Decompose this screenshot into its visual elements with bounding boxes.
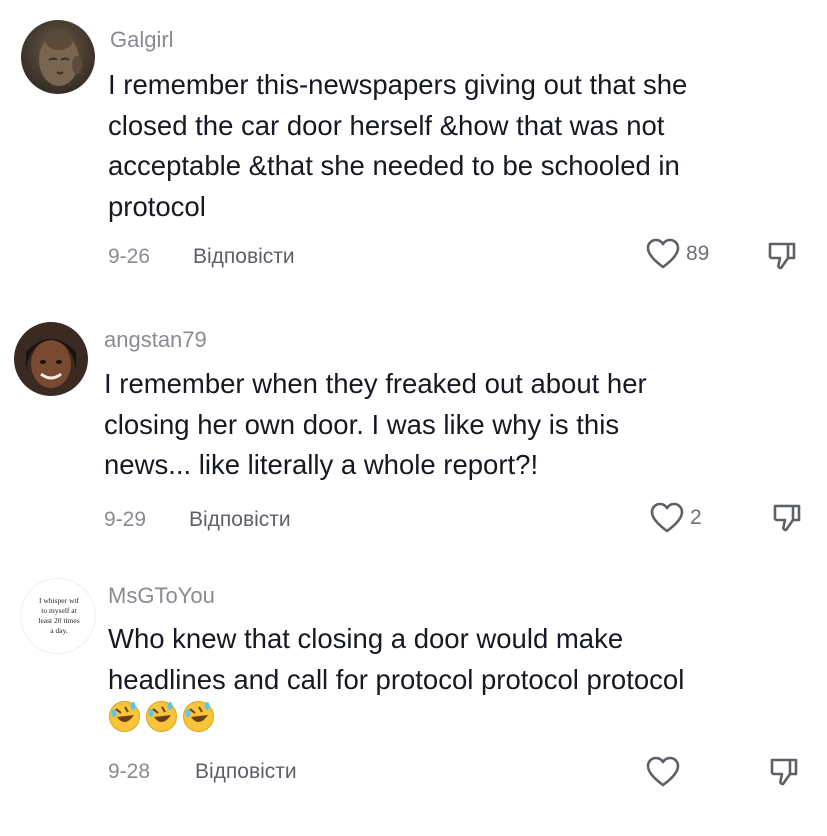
like-button[interactable]: 89 <box>646 238 709 270</box>
person-photo-avatar-icon <box>14 322 88 396</box>
avatar[interactable]: I whisper wtf to myself at least 20 time… <box>20 578 96 654</box>
comment-date: 9-26 <box>108 245 151 268</box>
comment-text: I remember when they freaked out about h… <box>104 368 647 480</box>
svg-text:least 20 times: least 20 times <box>38 616 79 625</box>
svg-text:I whisper wtf: I whisper wtf <box>39 596 79 605</box>
comment-item: I whisper wtf to myself at least 20 time… <box>0 560 827 836</box>
comment-text: I remember this-newspapers giving out th… <box>108 69 688 222</box>
emoji-row <box>108 700 215 733</box>
buddha-statue-avatar-icon <box>21 20 95 94</box>
thumbs-down-icon <box>773 504 801 532</box>
reply-button[interactable]: Відповісти <box>195 760 297 784</box>
like-button[interactable]: 2 <box>650 502 702 534</box>
rolling-laughing-emoji <box>145 700 178 733</box>
comment-date: 9-29 <box>104 508 147 531</box>
avatar[interactable] <box>21 20 95 94</box>
svg-text:to myself at: to myself at <box>41 606 77 615</box>
comment-username[interactable]: angstan79 <box>104 327 207 353</box>
comment-username[interactable]: MsGToYou <box>108 583 215 609</box>
reply-button[interactable]: Відповісти <box>189 508 291 532</box>
dislike-button[interactable] <box>766 240 798 272</box>
thumbs-down-icon <box>770 758 798 786</box>
comment-username[interactable]: Galgirl <box>110 27 174 53</box>
svg-text:a day.: a day. <box>50 626 68 635</box>
heart-icon <box>650 502 684 533</box>
dislike-button[interactable] <box>768 756 800 788</box>
comment-item: angstan79 I remember when they freaked o… <box>0 300 827 560</box>
reply-button[interactable]: Відповісти <box>193 245 295 269</box>
dislike-button[interactable] <box>771 502 803 534</box>
like-count: 2 <box>690 506 702 529</box>
rolling-laughing-emoji <box>182 700 215 733</box>
like-count: 89 <box>686 242 710 265</box>
comment-item: Galgirl I remember this-newspapers givin… <box>0 0 827 300</box>
comment-text: Who knew that closing a door would make … <box>108 623 685 695</box>
thumbs-down-icon <box>768 242 796 270</box>
text-quote-avatar-icon: I whisper wtf to myself at least 20 time… <box>38 596 79 635</box>
heart-icon <box>646 238 680 269</box>
heart-icon <box>646 756 680 787</box>
like-button[interactable] <box>646 756 686 788</box>
avatar[interactable] <box>14 322 88 396</box>
rolling-laughing-emoji <box>108 700 141 733</box>
comment-date: 9-28 <box>108 760 151 783</box>
